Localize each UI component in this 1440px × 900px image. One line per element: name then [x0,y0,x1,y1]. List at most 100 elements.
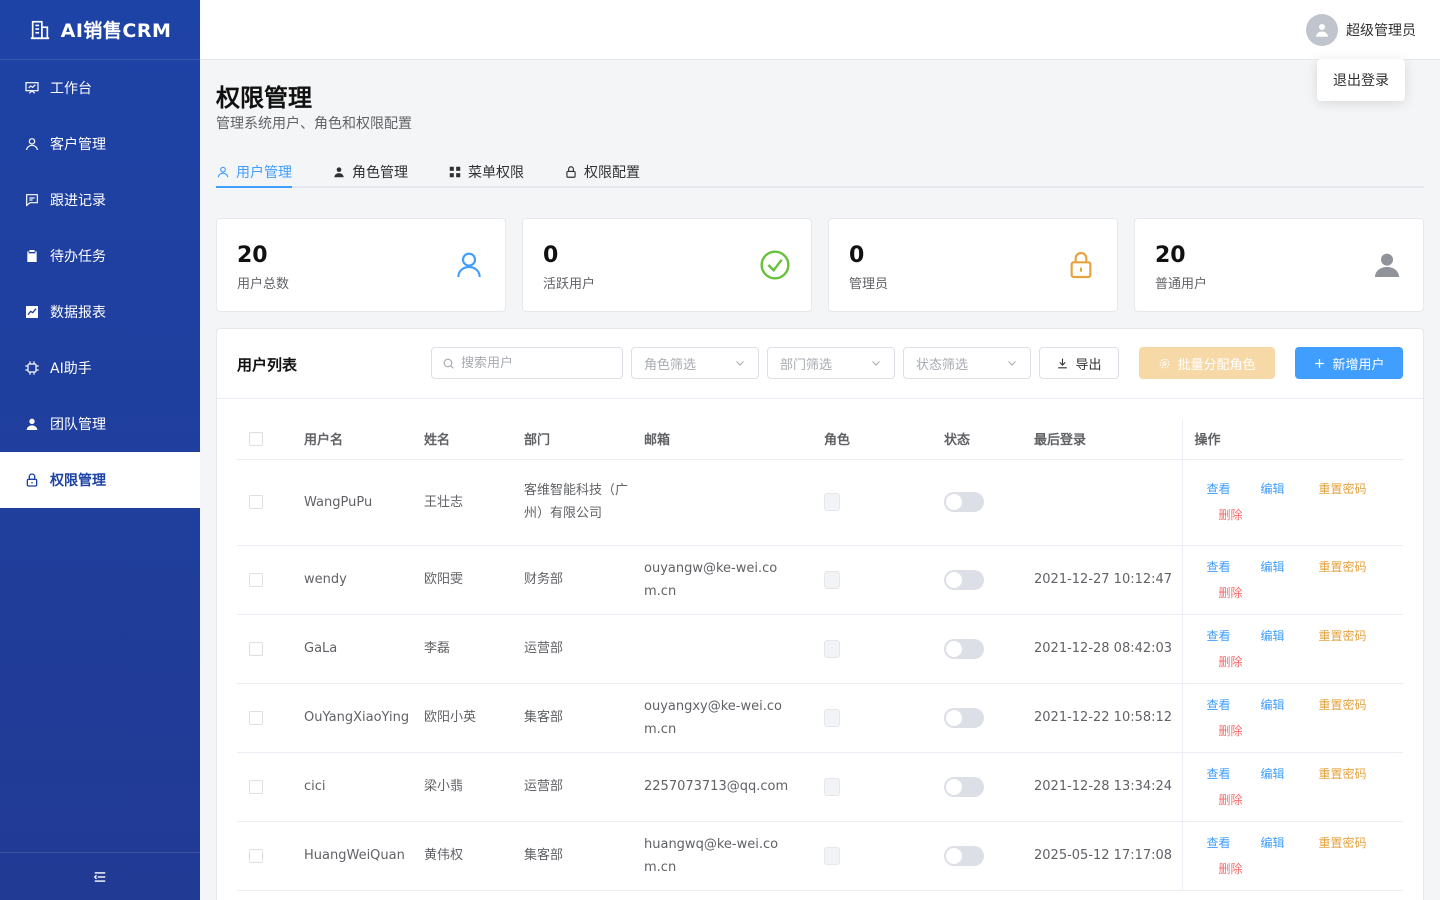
search-box [431,347,623,379]
column-header: 最后登录 [1034,419,1182,460]
delete-button[interactable]: 删除 [1219,649,1243,675]
table-row: wendy 欧阳雯 财务部 ouyangw@ke-wei.com.cn 2021… [237,545,1403,615]
table-row: OuYangXiaoYing 欧阳小英 集客部 ouyangxy@ke-wei.… [237,683,1403,753]
delete-button[interactable]: 删除 [1219,787,1243,813]
search-input[interactable] [461,355,611,371]
edit-button[interactable]: 编辑 [1261,761,1319,787]
row-checkbox[interactable] [249,572,263,587]
sidebar-item-followup[interactable]: 跟进记录 [0,172,200,228]
role-tag [824,708,840,727]
status-toggle[interactable] [944,776,984,797]
column-header: 操作 [1181,419,1403,460]
tab-menu-permissions[interactable]: 菜单权限 [448,157,524,186]
edit-button[interactable]: 编辑 [1261,830,1319,856]
row-checkbox[interactable] [249,641,263,656]
add-label: 新增用户 [1332,357,1385,373]
column-header: 部门 [524,419,644,460]
reset-password-button[interactable]: 重置密码 [1319,692,1367,718]
sidebar-item-team[interactable]: 团队管理 [0,396,200,452]
edit-button[interactable]: 编辑 [1261,476,1319,502]
edit-button[interactable]: 编辑 [1261,692,1319,718]
lock-icon [1070,252,1092,279]
logout-menu-item[interactable]: 退出登录 [1317,59,1405,101]
tab-label: 权限配置 [584,164,640,181]
role-tag [824,777,840,796]
select-value: 部门筛选 [780,357,833,373]
reset-password-button[interactable]: 重置密码 [1319,623,1367,649]
reset-password-button[interactable]: 重置密码 [1319,830,1367,856]
view-button[interactable]: 查看 [1207,554,1261,580]
reset-password-button[interactable]: 重置密码 [1319,476,1367,502]
username: 超级管理员 [1346,23,1416,39]
cell-dept: 客维智能科技（广州）有限公司 [524,459,644,546]
cell-actions: 查看 编辑 重置密码 删除 [1181,614,1403,684]
cell-username: wendy [304,545,424,615]
tab-permission-config[interactable]: 权限配置 [564,157,640,186]
user-icon [26,138,38,151]
tab-role-management[interactable]: 角色管理 [332,157,408,186]
sidebar-item-ai-assistant[interactable]: AI助手 [0,340,200,396]
cell-email: ouyangxy@ke-wei.com.cn [644,683,824,753]
sidebar-item-label: AI助手 [50,361,92,377]
tabs: 用户管理 角色管理 菜单权限 权限配置 [216,157,1424,188]
role-tag [824,493,840,511]
delete-button[interactable]: 删除 [1219,502,1243,528]
download-icon [1058,358,1068,368]
status-toggle[interactable] [944,845,984,866]
reset-password-button[interactable]: 重置密码 [1319,554,1367,580]
column-header: 用户名 [304,419,424,460]
select-value: 角色筛选 [644,357,697,373]
row-checkbox[interactable] [249,779,263,794]
header-select-all [237,419,304,460]
sidebar-item-dashboard[interactable]: 工作台 [0,60,200,116]
view-button[interactable]: 查看 [1207,476,1261,502]
sidebar-collapse-button[interactable] [0,852,200,900]
edit-button[interactable]: 编辑 [1261,623,1319,649]
dept-filter-select[interactable]: 部门筛选 [767,347,895,379]
table-row: cici 梁小翡 运营部 2257073713@qq.com 2021-12-2… [237,752,1403,822]
tab-label: 菜单权限 [468,164,524,181]
tab-user-management[interactable]: 用户管理 [216,157,292,188]
lock-icon [566,165,576,178]
sidebar-item-permissions[interactable]: 权限管理 [0,452,200,508]
dashboard-icon [25,82,39,94]
status-toggle[interactable] [944,638,984,659]
delete-button[interactable]: 删除 [1219,856,1243,882]
view-button[interactable]: 查看 [1207,692,1261,718]
sidebar-item-customers[interactable]: 客户管理 [0,116,200,172]
edit-button[interactable]: 编辑 [1261,554,1319,580]
delete-button[interactable]: 删除 [1219,580,1243,606]
cell-last-login: 2021-12-28 08:42:03 [1034,614,1182,684]
row-checkbox[interactable] [249,495,263,509]
sidebar-item-tasks[interactable]: 待办任务 [0,228,200,284]
reset-password-button[interactable]: 重置密码 [1319,761,1367,787]
select-all-checkbox[interactable] [249,431,263,446]
status-toggle[interactable] [944,569,984,590]
add-user-button[interactable]: 新增用户 [1295,347,1403,379]
status-toggle[interactable] [944,492,984,512]
status-filter-select[interactable]: 状态筛选 [903,347,1031,379]
view-button[interactable]: 查看 [1207,761,1261,787]
cell-name: 王壮志 [424,459,524,546]
cell-username: HuangWeiQuan [304,821,424,891]
sidebar-item-reports[interactable]: 数据报表 [0,284,200,340]
page-title: 权限管理 [216,84,312,112]
view-button[interactable]: 查看 [1207,623,1261,649]
team-icon [26,418,38,430]
sidebar-item-label: 数据报表 [50,305,106,321]
export-button[interactable]: 导出 [1039,347,1119,379]
user-menu[interactable]: 超级管理员 [1306,14,1416,46]
role-filter-select[interactable]: 角色筛选 [631,347,759,379]
role-tag [824,639,840,658]
status-toggle[interactable] [944,707,984,728]
cell-actions: 查看 编辑 重置密码 删除 [1181,683,1403,753]
batch-assign-role-button[interactable]: 批量分配角色 [1139,347,1275,379]
delete-button[interactable]: 删除 [1219,718,1243,744]
cell-email [644,459,824,546]
row-checkbox[interactable] [249,710,263,725]
view-button[interactable]: 查看 [1207,830,1261,856]
stat-label: 用户总数 [237,277,290,292]
cell-name: 欧阳小英 [424,683,524,753]
row-checkbox[interactable] [249,848,263,863]
user-icon [217,166,229,177]
